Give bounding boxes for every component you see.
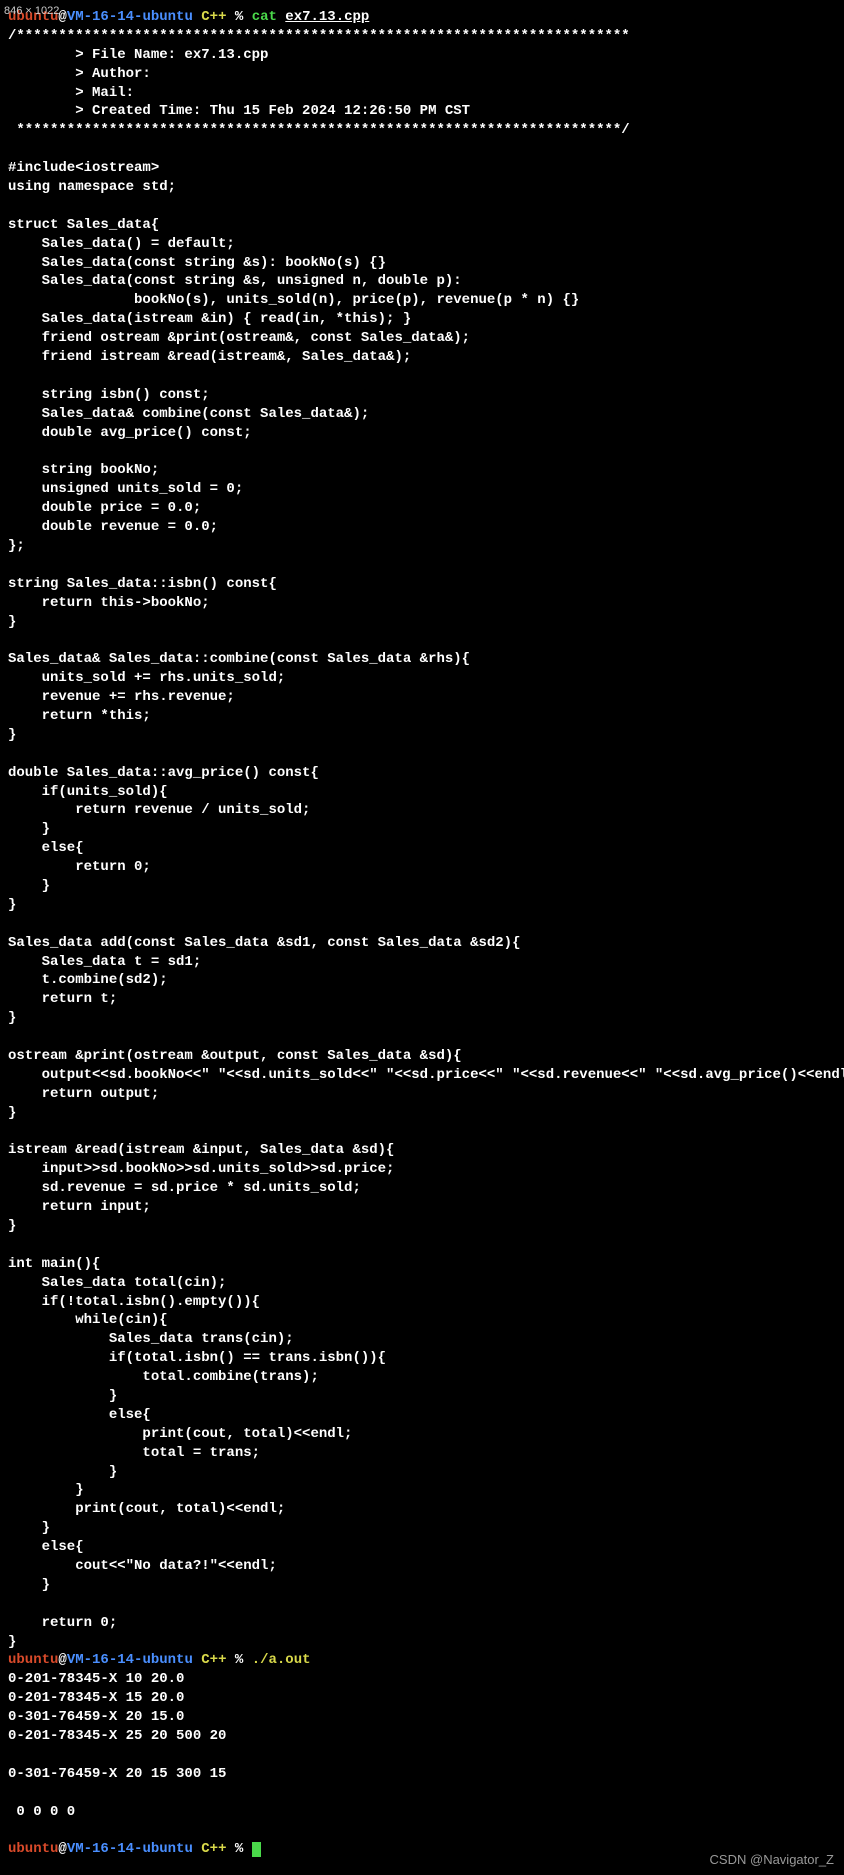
prompt-line-3[interactable]: ubuntu@VM-16-14-ubuntu C++ %: [8, 1841, 261, 1857]
prompt-symbol: %: [226, 1841, 251, 1857]
prompt-at: @: [58, 1841, 66, 1857]
cursor-icon: [252, 1842, 261, 1857]
dimensions-label: 846 × 1022: [4, 4, 59, 19]
prompt-host: VM-16-14-ubuntu: [67, 1652, 193, 1668]
prompt-user: ubuntu: [8, 1652, 58, 1668]
prompt-path: C++: [193, 9, 227, 25]
prompt-path: C++: [193, 1841, 227, 1857]
program-output: 0-201-78345-X 10 20.0 0-201-78345-X 15 2…: [8, 1670, 836, 1821]
prompt-symbol: %: [226, 9, 251, 25]
prompt-at: @: [58, 1652, 66, 1668]
prompt-line-2: ubuntu@VM-16-14-ubuntu C++ % ./a.out: [8, 1652, 311, 1668]
source-code: /***************************************…: [8, 27, 836, 1652]
prompt-host: VM-16-14-ubuntu: [67, 1841, 193, 1857]
watermark: CSDN @Navigator_Z: [710, 1851, 834, 1869]
command-exe: ./a.out: [252, 1652, 311, 1668]
prompt-path: C++: [193, 1652, 227, 1668]
prompt-at: @: [58, 9, 66, 25]
prompt-host: VM-16-14-ubuntu: [67, 9, 193, 25]
command-arg: ex7.13.cpp: [285, 9, 369, 25]
prompt-symbol: %: [226, 1652, 251, 1668]
terminal-output: ubuntu@VM-16-14-ubuntu C++ % cat ex7.13.…: [8, 8, 836, 1859]
prompt-line-1: ubuntu@VM-16-14-ubuntu C++ % cat ex7.13.…: [8, 9, 369, 25]
prompt-user: ubuntu: [8, 1841, 58, 1857]
command-cat: cat: [252, 9, 286, 25]
